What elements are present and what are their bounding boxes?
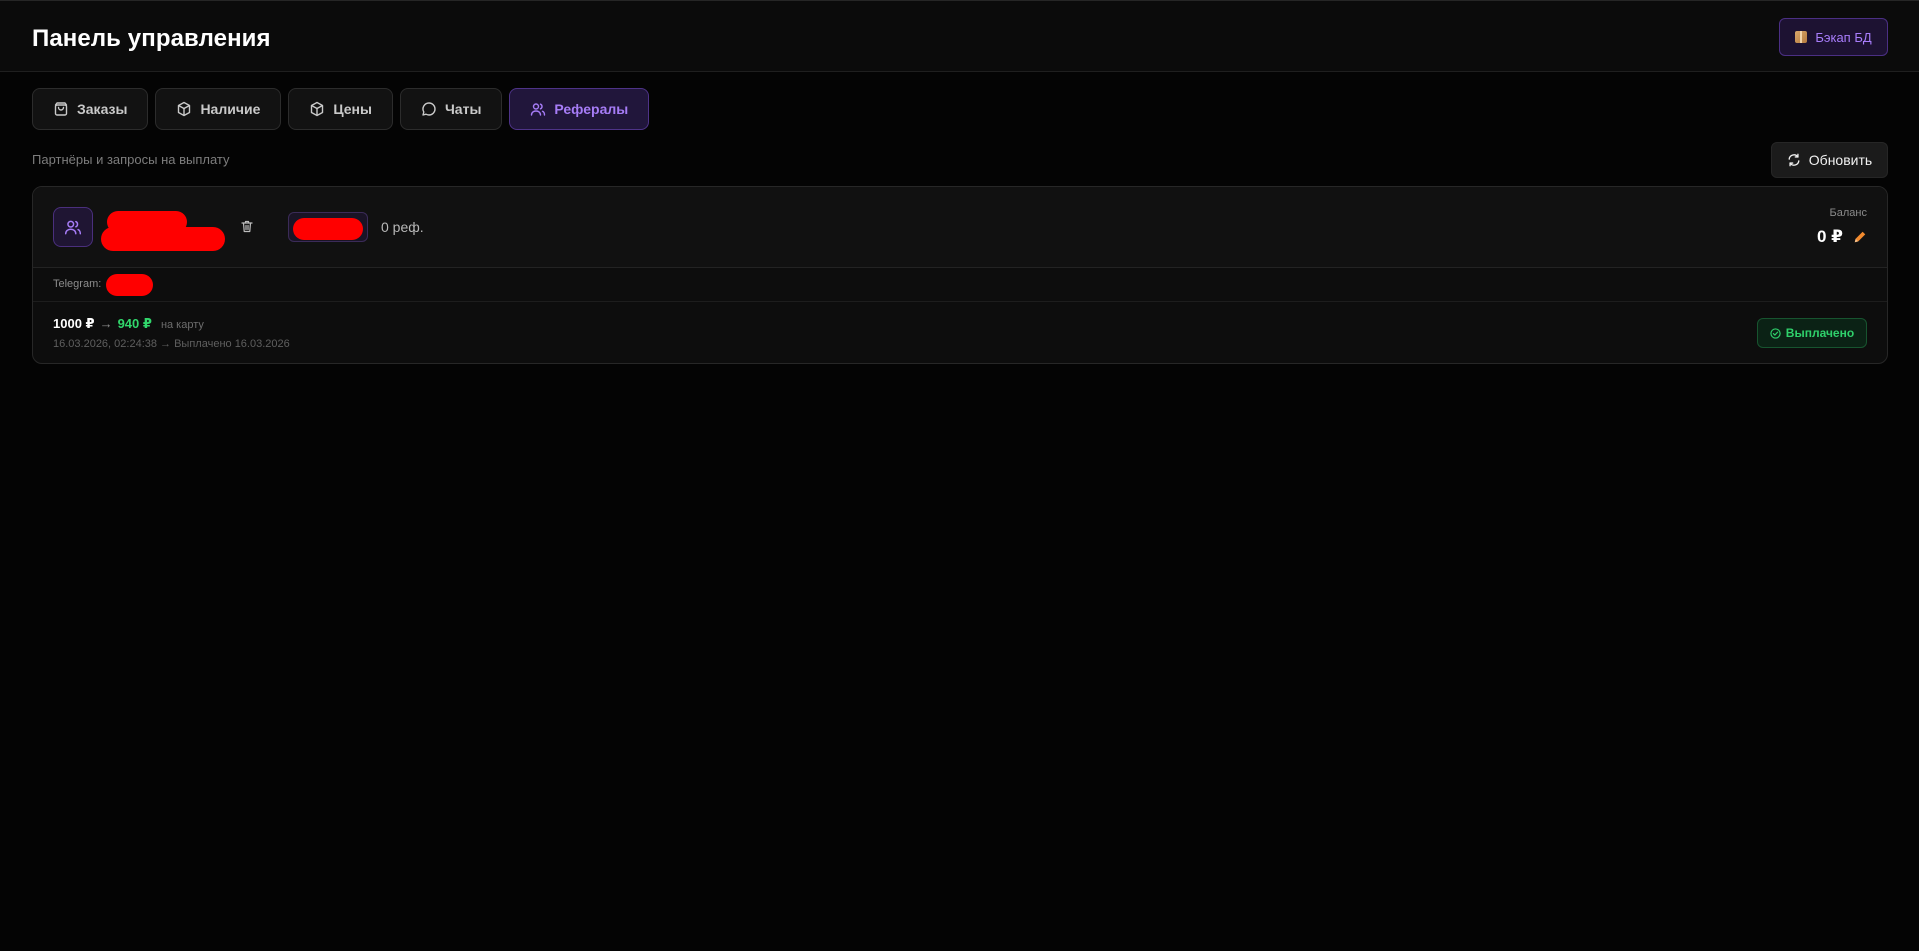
tab-prices[interactable]: Цены (288, 88, 393, 130)
telegram-row: Telegram: (33, 268, 1887, 302)
chat-icon (422, 102, 436, 116)
balance-value: 0 ₽ (1816, 227, 1843, 246)
tab-bar: Заказы Наличие Цены Чаты Рефералы (32, 88, 650, 130)
users-icon (64, 220, 82, 235)
backup-db-button[interactable]: Бэкап БД (1779, 18, 1888, 56)
package-icon (1795, 31, 1808, 43)
box-icon (178, 101, 191, 117)
backup-db-label: Бэкап БД (1815, 29, 1872, 45)
partner-card-header: 0 реф. Баланс 0 ₽ (33, 187, 1887, 268)
refresh-label: Обновить (1808, 152, 1873, 168)
tab-orders-label: Заказы (77, 101, 128, 117)
partner-card: 0 реф. Баланс 0 ₽ Telegram: 1000 ₽ → 940… (32, 186, 1888, 364)
payout-summary: 1000 ₽ → 940 ₽ на карту (53, 316, 204, 332)
payout-request-row: 1000 ₽ → 940 ₽ на карту 16.03.2026, 02:2… (33, 302, 1887, 363)
payout-net-amount: 940 ₽ (117, 316, 152, 331)
payout-amount: 1000 ₽ (53, 316, 95, 331)
payout-meta: 16.03.2026, 02:24:38 → Выплачено 16.03.2… (53, 338, 290, 350)
partner-avatar (53, 207, 93, 247)
users-icon (531, 103, 546, 116)
refresh-icon (1788, 153, 1800, 167)
redacted-telegram-handle (106, 274, 153, 296)
status-label: Выплачено (1785, 326, 1855, 340)
tab-stock[interactable]: Наличие (155, 88, 282, 130)
referral-count: 0 реф. (381, 219, 424, 235)
bag-icon (54, 102, 68, 116)
balance-row: 0 ₽ (1817, 227, 1867, 247)
redacted-partner-username (101, 227, 225, 251)
tab-chats[interactable]: Чаты (399, 88, 503, 130)
page-title: Панель управления (32, 25, 271, 52)
tab-chats-label: Чаты (444, 101, 482, 117)
box-icon (311, 101, 324, 117)
tab-referrals-label: Рефералы (554, 101, 629, 117)
balance-label: Баланс (1829, 207, 1867, 219)
tab-referrals[interactable]: Рефералы (509, 88, 650, 130)
ref-code-chip[interactable] (288, 212, 368, 242)
section-subtitle: Партнёры и запросы на выплату (32, 152, 230, 167)
tab-stock-label: Наличие (200, 101, 261, 117)
pencil-icon[interactable] (1853, 230, 1867, 244)
tab-prices-label: Цены (333, 101, 372, 117)
check-circle-icon (1770, 327, 1781, 339)
top-bar: Панель управления Бэкап БД (0, 0, 1919, 72)
tab-orders[interactable]: Заказы (32, 88, 149, 130)
telegram-label: Telegram: (53, 278, 102, 290)
payout-method: на карту (160, 319, 204, 331)
redacted-ref-code (293, 218, 363, 240)
status-badge: Выплачено (1757, 318, 1867, 348)
payout-arrow: → (99, 316, 113, 331)
trash-icon[interactable] (241, 220, 253, 233)
refresh-button[interactable]: Обновить (1771, 142, 1888, 178)
